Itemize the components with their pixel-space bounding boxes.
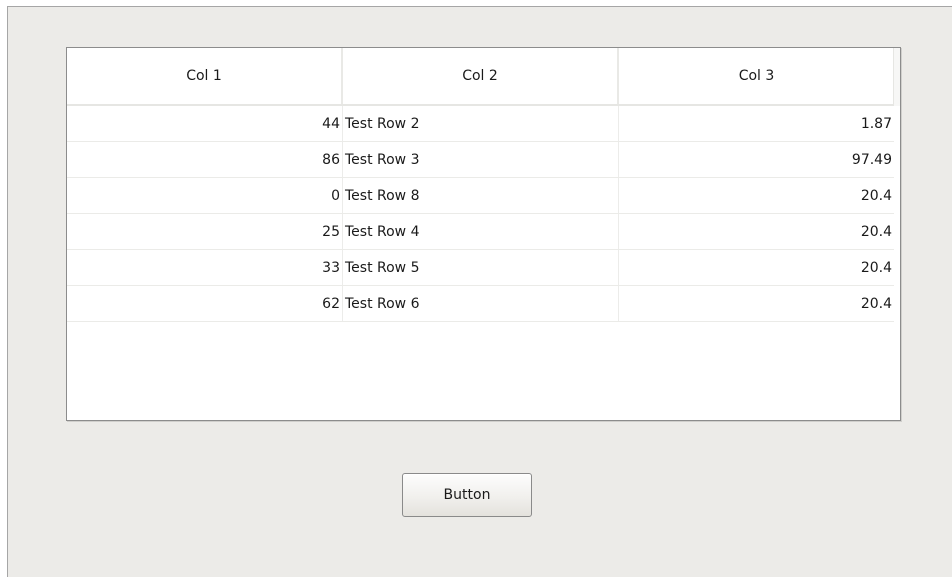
cell-col-3[interactable]: 20.4 <box>619 250 894 285</box>
grid-header: Col 1 Col 2 Col 3 <box>67 48 894 106</box>
cell-col-1[interactable]: 25 <box>67 214 343 249</box>
app-window: Col 1 Col 2 Col 3 44 Test Row 2 1.87 86 … <box>7 6 952 577</box>
action-button[interactable]: Button <box>402 473 532 517</box>
column-header-col-2[interactable]: Col 2 <box>343 48 619 104</box>
column-header-col-3[interactable]: Col 3 <box>619 48 894 104</box>
cell-col-2[interactable]: Test Row 8 <box>343 178 619 213</box>
header-corner <box>893 48 900 106</box>
cell-col-3[interactable]: 97.49 <box>619 142 894 177</box>
table-row[interactable]: 0 Test Row 8 20.4 <box>67 178 894 214</box>
cell-col-2[interactable]: Test Row 5 <box>343 250 619 285</box>
cell-col-2[interactable]: Test Row 6 <box>343 286 619 321</box>
cell-col-1[interactable]: 44 <box>67 106 343 141</box>
cell-col-1[interactable]: 62 <box>67 286 343 321</box>
cell-col-2[interactable]: Test Row 2 <box>343 106 619 141</box>
cell-col-1[interactable]: 33 <box>67 250 343 285</box>
cell-col-3[interactable]: 1.87 <box>619 106 894 141</box>
cell-col-1[interactable]: 0 <box>67 178 343 213</box>
table-row[interactable]: 86 Test Row 3 97.49 <box>67 142 894 178</box>
cell-col-2[interactable]: Test Row 3 <box>343 142 619 177</box>
cell-col-3[interactable]: 20.4 <box>619 286 894 321</box>
table-row[interactable]: 25 Test Row 4 20.4 <box>67 214 894 250</box>
cell-col-3[interactable]: 20.4 <box>619 178 894 213</box>
table-row[interactable]: 62 Test Row 6 20.4 <box>67 286 894 322</box>
data-grid[interactable]: Col 1 Col 2 Col 3 44 Test Row 2 1.87 86 … <box>66 47 901 421</box>
cell-col-1[interactable]: 86 <box>67 142 343 177</box>
column-header-col-1[interactable]: Col 1 <box>67 48 343 104</box>
table-row[interactable]: 33 Test Row 5 20.4 <box>67 250 894 286</box>
cell-col-3[interactable]: 20.4 <box>619 214 894 249</box>
table-row[interactable]: 44 Test Row 2 1.87 <box>67 106 894 142</box>
cell-col-2[interactable]: Test Row 4 <box>343 214 619 249</box>
grid-body: 44 Test Row 2 1.87 86 Test Row 3 97.49 0… <box>67 106 894 322</box>
